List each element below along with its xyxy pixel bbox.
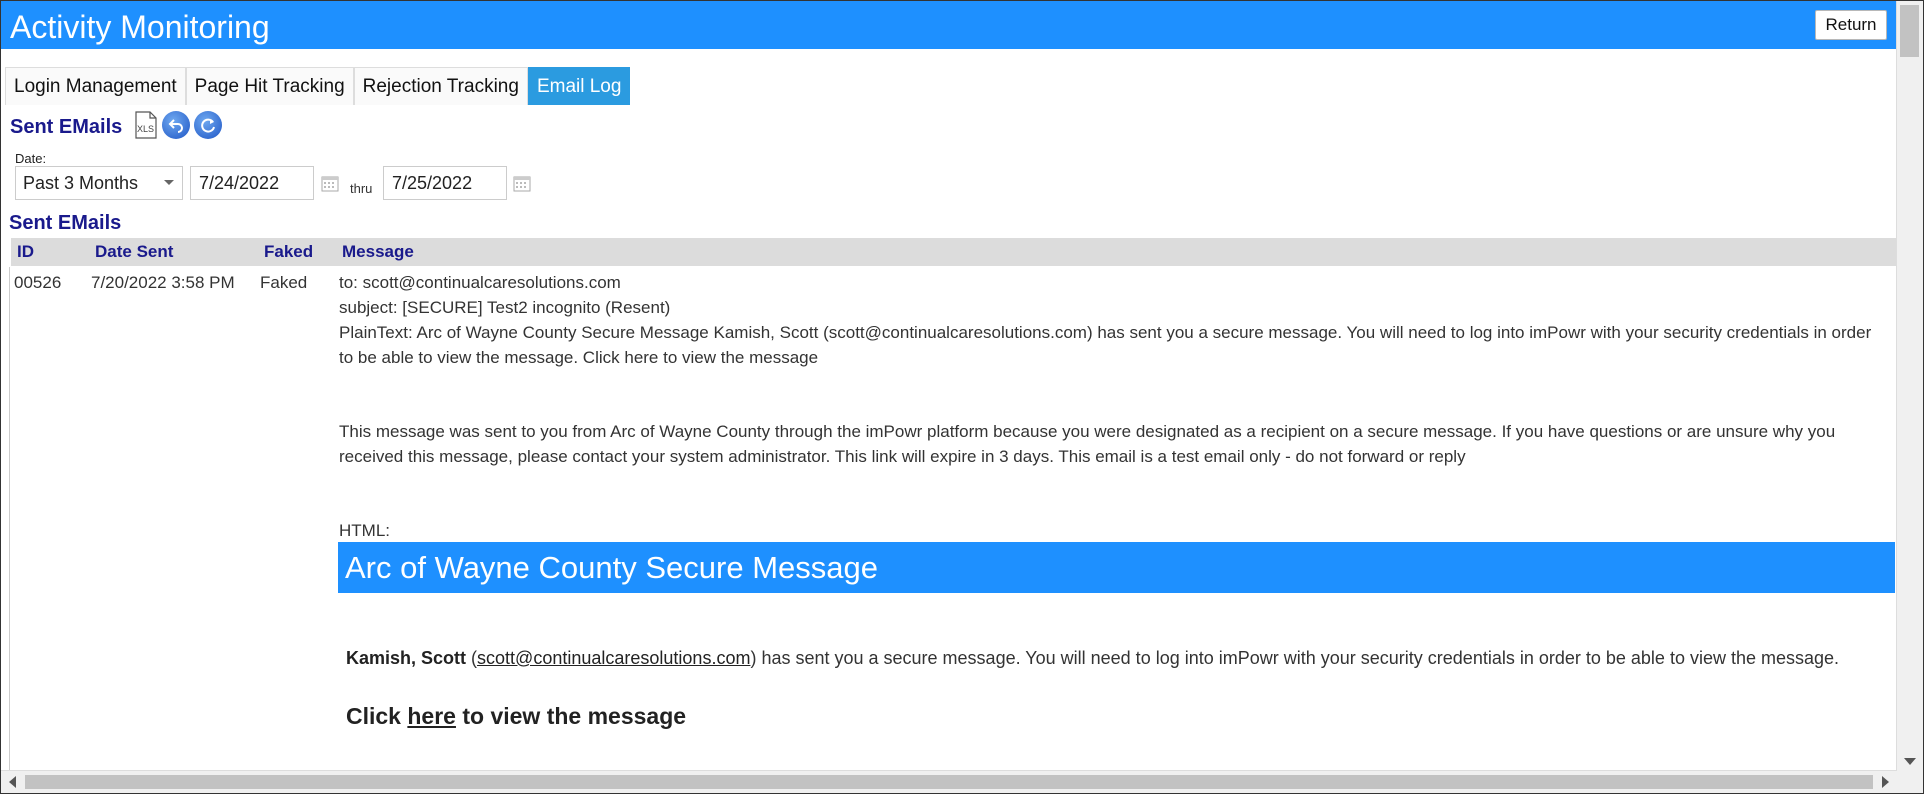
xls-export-icon[interactable]: XLS bbox=[134, 111, 158, 139]
back-icon[interactable] bbox=[162, 111, 190, 139]
column-header-date-sent[interactable]: Date Sent bbox=[95, 242, 173, 262]
cell-faked: Faked bbox=[260, 273, 308, 292]
calendar-icon[interactable] bbox=[321, 174, 339, 192]
date-range-value: Past 3 Months bbox=[23, 173, 139, 193]
tab-rejection-tracking[interactable]: Rejection Tracking bbox=[353, 67, 528, 105]
cell-date-sent: 7/20/2022 3:58 PM bbox=[91, 273, 235, 292]
date-label: Date: bbox=[15, 151, 47, 166]
window-frame: Activity Monitoring Return Login Managem… bbox=[0, 0, 1924, 794]
vertical-scrollbar[interactable] bbox=[1896, 1, 1923, 771]
column-header-id[interactable]: ID bbox=[17, 242, 34, 262]
grid-border bbox=[9, 267, 10, 771]
html-email-body: Kamish, Scott (scott@continualcaresoluti… bbox=[346, 648, 1839, 669]
html-email-banner: Arc of Wayne County Secure Message bbox=[338, 542, 1895, 593]
click-suffix: to view the message bbox=[455, 703, 687, 729]
tab-page-hit-tracking[interactable]: Page Hit Tracking bbox=[185, 67, 354, 105]
calendar-icon[interactable] bbox=[513, 174, 531, 192]
tab-login-management[interactable]: Login Management bbox=[5, 67, 186, 105]
cell-id: 00526 bbox=[14, 273, 62, 292]
message-html-label: HTML: bbox=[339, 521, 390, 540]
view-message-link[interactable]: here bbox=[407, 703, 456, 729]
grid-title: Sent EMails bbox=[9, 212, 122, 234]
column-header-faked[interactable]: Faked bbox=[264, 242, 313, 262]
date-range-select[interactable]: Past 3 Months bbox=[15, 166, 183, 200]
horizontal-scroll-thumb[interactable] bbox=[25, 775, 1873, 789]
thru-label: thru bbox=[350, 181, 373, 196]
end-date-input[interactable] bbox=[383, 166, 507, 200]
tab-email-log[interactable]: Email Log bbox=[527, 67, 631, 105]
column-header-message[interactable]: Message bbox=[342, 242, 414, 262]
body-text: ) has sent you a secure message. You wil… bbox=[750, 648, 1840, 668]
click-prefix: Click bbox=[346, 703, 408, 729]
scroll-left-icon[interactable] bbox=[9, 776, 16, 788]
refresh-icon[interactable] bbox=[194, 111, 222, 139]
section-title: Sent EMails bbox=[10, 116, 123, 138]
message-notice: This message was sent to you from Arc of… bbox=[339, 422, 1836, 466]
page-title: Activity Monitoring bbox=[10, 9, 270, 45]
message-plaintext: PlainText: Arc of Wayne County Secure Me… bbox=[339, 323, 1872, 367]
grid-header: ID Date Sent Faked Message bbox=[11, 238, 1897, 266]
sender-email-link[interactable]: scott@continualcaresolutions.com bbox=[477, 648, 750, 668]
click-here-line: Click here to view the message bbox=[346, 703, 686, 730]
toolbar: XLS bbox=[134, 111, 222, 139]
sender-name: Kamish, Scott bbox=[346, 648, 467, 668]
title-bar: Activity Monitoring Return bbox=[1, 1, 1897, 49]
scroll-corner bbox=[1897, 771, 1923, 793]
scroll-right-icon[interactable] bbox=[1882, 776, 1889, 788]
horizontal-scrollbar[interactable] bbox=[1, 770, 1897, 793]
message-to: to: scott@continualcaresolutions.com bbox=[339, 273, 621, 292]
return-button[interactable]: Return bbox=[1815, 10, 1887, 40]
tab-bar: Login Management Page Hit Tracking Rejec… bbox=[5, 67, 631, 105]
scroll-down-icon[interactable] bbox=[1904, 758, 1916, 765]
message-subject: subject: [SECURE] Test2 incognito (Resen… bbox=[339, 298, 671, 317]
vertical-scroll-thumb[interactable] bbox=[1900, 5, 1919, 57]
xls-label: XLS bbox=[137, 124, 154, 134]
start-date-input[interactable] bbox=[190, 166, 314, 200]
chevron-down-icon bbox=[164, 180, 174, 185]
